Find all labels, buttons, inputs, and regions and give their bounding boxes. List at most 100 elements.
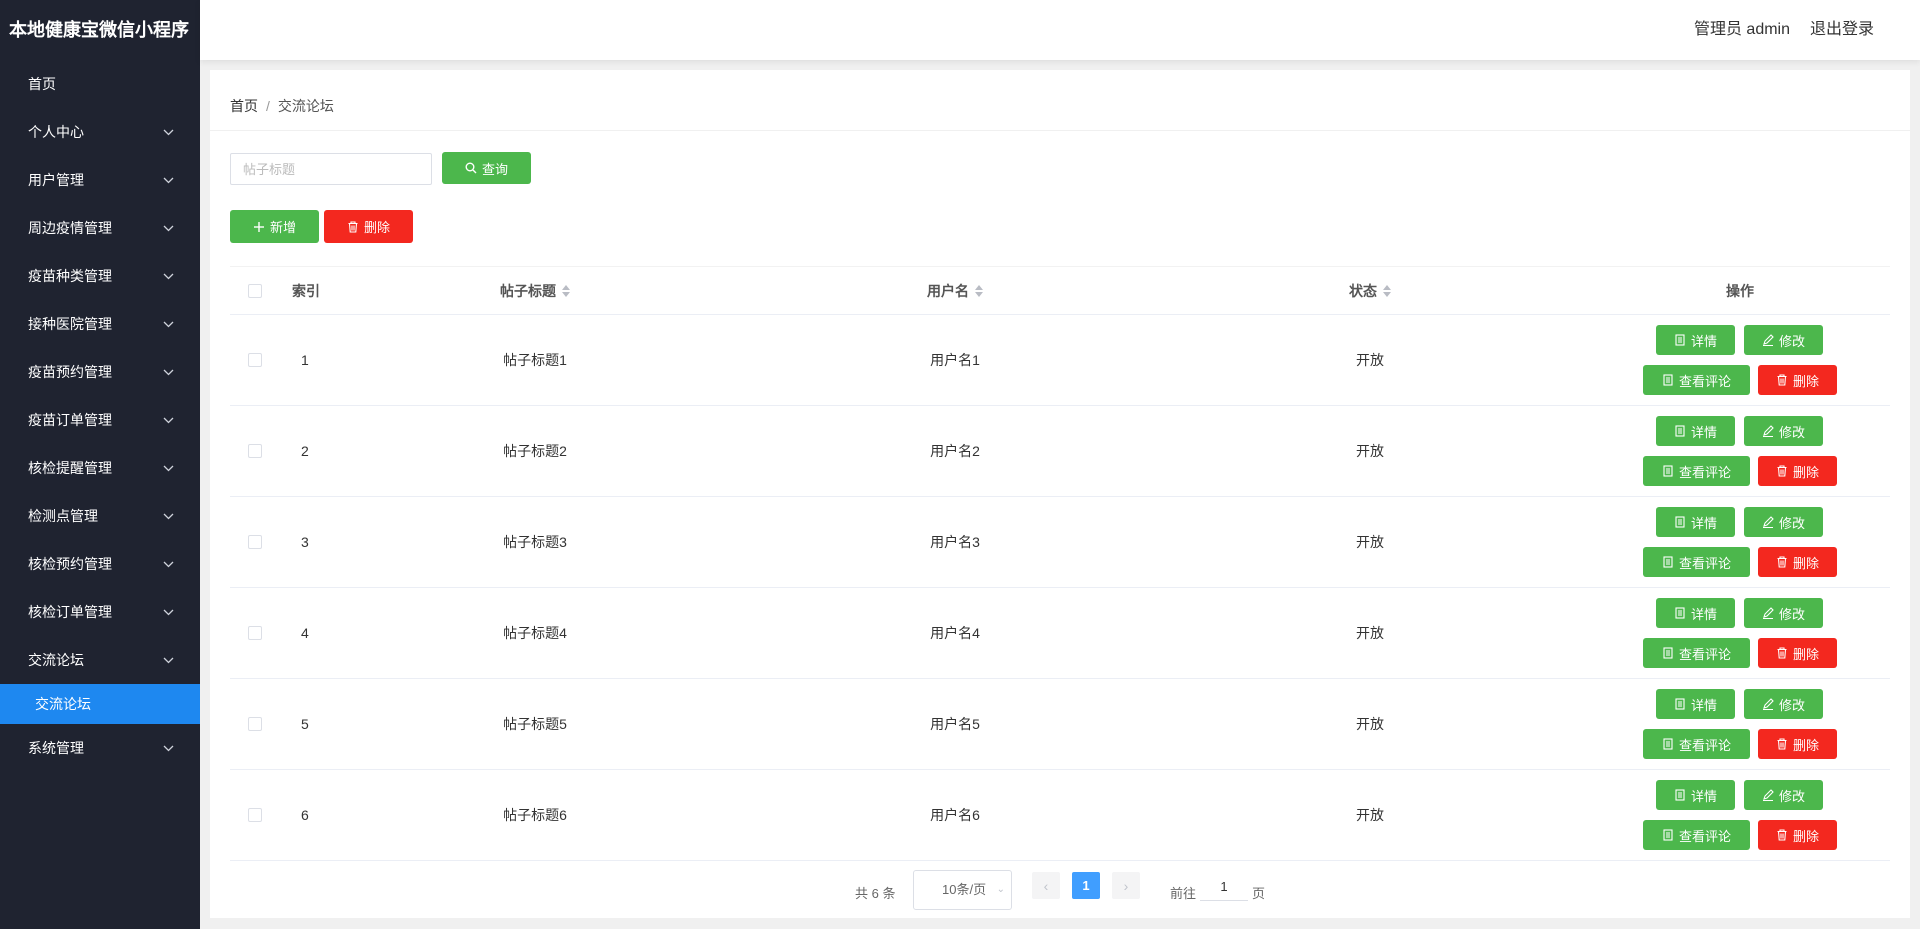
chevron-down-icon (163, 300, 174, 348)
search-button[interactable]: 查询 (442, 152, 531, 184)
sort-icon[interactable] (1383, 284, 1391, 297)
sidebar-item-label: 核检提醒管理 (28, 460, 112, 476)
detail-button[interactable]: 详情 (1656, 780, 1735, 810)
detail-button[interactable]: 详情 (1656, 689, 1735, 719)
delete-row-button[interactable]: 删除 (1758, 365, 1837, 395)
delete-row-button[interactable]: 删除 (1758, 638, 1837, 668)
row-checkbox[interactable] (248, 444, 262, 458)
view-comments-button[interactable]: 查看评论 (1643, 729, 1750, 759)
comments-label: 查看评论 (1678, 828, 1731, 844)
sidebar-item[interactable]: 个人中心 (0, 108, 200, 156)
sidebar-item[interactable]: 交流论坛 (0, 636, 200, 684)
edit-icon (1762, 789, 1774, 801)
detail-label: 详情 (1690, 333, 1717, 349)
sidebar-item[interactable]: 接种医院管理 (0, 300, 200, 348)
sidebar-item[interactable]: 疫苗订单管理 (0, 396, 200, 444)
edit-button[interactable]: 修改 (1744, 507, 1823, 537)
view-comments-button[interactable]: 查看评论 (1643, 547, 1750, 577)
delete-label: 删除 (1792, 737, 1819, 753)
add-button[interactable]: 新增 (230, 210, 319, 243)
cell-ops: 详情 修改查看评论 删除 (1630, 497, 1850, 587)
view-comments-button[interactable]: 查看评论 (1643, 365, 1750, 395)
select-all-checkbox[interactable] (248, 283, 262, 298)
document-icon (1675, 698, 1685, 710)
page-unit-label: 页 (1252, 886, 1266, 901)
table-row: 3 帖子标题3 用户名3 开放 详情 修改 查看评论 删除 (230, 497, 1890, 588)
view-comments-button[interactable]: 查看评论 (1643, 820, 1750, 850)
sidebar-item[interactable]: 系统管理 (0, 724, 200, 772)
delete-label: 删除 (1792, 373, 1819, 389)
cell-title: 帖子标题5 (503, 716, 567, 732)
edit-icon (1762, 425, 1774, 437)
divider (210, 130, 1910, 131)
cell-user: 用户名5 (930, 716, 980, 732)
delete-row-button[interactable]: 删除 (1758, 729, 1837, 759)
delete-row-button[interactable]: 删除 (1758, 820, 1837, 850)
sidebar-item[interactable]: 核检预约管理 (0, 540, 200, 588)
cell-user: 用户名2 (930, 443, 980, 459)
row-checkbox[interactable] (248, 626, 262, 640)
next-page-button[interactable]: › (1112, 872, 1140, 899)
document-icon (1663, 465, 1673, 477)
edit-button[interactable]: 修改 (1744, 325, 1823, 355)
sidebar-item-label: 系统管理 (28, 740, 84, 756)
cell-index: 5 (301, 716, 309, 732)
search-input[interactable] (230, 153, 432, 185)
edit-button[interactable]: 修改 (1744, 689, 1823, 719)
breadcrumb-home[interactable]: 首页 (230, 98, 258, 114)
row-checkbox[interactable] (248, 717, 262, 731)
edit-button[interactable]: 修改 (1744, 416, 1823, 446)
cell-user: 用户名6 (930, 807, 980, 823)
row-checkbox[interactable] (248, 808, 262, 822)
sidebar-item[interactable]: 首页 (0, 60, 200, 108)
detail-button[interactable]: 详情 (1656, 598, 1735, 628)
goto-label: 前往 (1170, 886, 1197, 901)
delete-row-button[interactable]: 删除 (1758, 456, 1837, 486)
comments-label: 查看评论 (1678, 737, 1731, 753)
header-user[interactable]: 用户名 (880, 267, 1030, 314)
sidebar-item[interactable]: 疫苗种类管理 (0, 252, 200, 300)
sidebar-item[interactable]: 检测点管理 (0, 492, 200, 540)
edit-label: 修改 (1778, 697, 1805, 713)
trash-icon (1777, 556, 1787, 568)
detail-button[interactable]: 详情 (1656, 416, 1735, 446)
sidebar-item[interactable]: 疫苗预约管理 (0, 348, 200, 396)
view-comments-button[interactable]: 查看评论 (1643, 638, 1750, 668)
page-number-current[interactable]: 1 (1072, 872, 1100, 899)
header-title[interactable]: 帖子标题 (460, 267, 610, 314)
sort-icon[interactable] (975, 284, 983, 297)
sort-icon[interactable] (562, 284, 570, 297)
header-status[interactable]: 状态 (1295, 267, 1445, 314)
page-size-select[interactable]: 10条/页 ⌄ (913, 870, 1012, 910)
cell-ops: 详情 修改查看评论 删除 (1630, 588, 1850, 678)
search-button-label: 查询 (481, 161, 508, 177)
detail-button[interactable]: 详情 (1656, 325, 1735, 355)
cell-index: 2 (301, 443, 309, 459)
edit-button[interactable]: 修改 (1744, 780, 1823, 810)
sidebar-subitem-active[interactable]: 交流论坛 (0, 684, 200, 724)
row-checkbox[interactable] (248, 353, 262, 367)
document-icon (1663, 374, 1673, 386)
view-comments-button[interactable]: 查看评论 (1643, 456, 1750, 486)
cell-ops: 详情 修改查看评论 删除 (1630, 406, 1850, 496)
sidebar-item[interactable]: 核检提醒管理 (0, 444, 200, 492)
cell-index: 3 (301, 534, 309, 550)
forum-table: 索引 帖子标题 用户名 状态 操作 1 帖子标题1 用户名1 开放 详情 修改 查看评论 删除… (230, 266, 1890, 861)
sidebar-item[interactable]: 用户管理 (0, 156, 200, 204)
prev-page-button[interactable]: ‹ (1032, 872, 1060, 899)
header-ops: 操作 (1726, 282, 1754, 299)
row-checkbox[interactable] (248, 535, 262, 549)
edit-button[interactable]: 修改 (1744, 598, 1823, 628)
goto-page-input[interactable] (1200, 873, 1248, 901)
sidebar-item[interactable]: 核检订单管理 (0, 588, 200, 636)
edit-label: 修改 (1778, 424, 1805, 440)
delete-row-button[interactable]: 删除 (1758, 547, 1837, 577)
cell-title: 帖子标题6 (503, 807, 567, 823)
batch-delete-button[interactable]: 删除 (324, 210, 413, 243)
detail-button[interactable]: 详情 (1656, 507, 1735, 537)
sidebar-item[interactable]: 周边疫情管理 (0, 204, 200, 252)
breadcrumb: 首页 / 交流论坛 (230, 96, 334, 116)
cell-user: 用户名4 (930, 625, 980, 641)
table-row: 1 帖子标题1 用户名1 开放 详情 修改 查看评论 删除 (230, 315, 1890, 406)
logout-button[interactable]: 退出登录 (1810, 0, 1874, 60)
